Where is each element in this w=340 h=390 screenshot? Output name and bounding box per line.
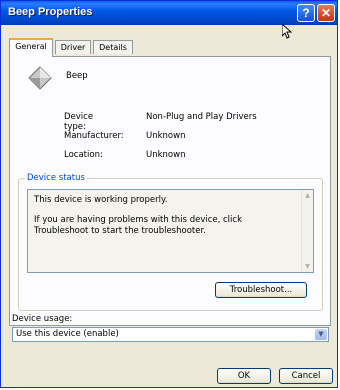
device-name: Beep	[66, 71, 88, 81]
device-usage-value: Use this device (enable)	[16, 329, 119, 339]
device-status-text: This device is working properly. If you …	[34, 195, 299, 246]
general-tab-panel: Beep Device type: Non-Plug and Play Driv…	[9, 56, 331, 326]
tab-driver[interactable]: Driver	[55, 40, 91, 54]
location-value: Unknown	[146, 150, 186, 160]
tab-general[interactable]: General	[9, 38, 53, 57]
mouse-pointer-icon	[281, 22, 293, 43]
device-type-value: Non-Plug and Play Drivers	[146, 112, 257, 122]
tab-details[interactable]: Details	[93, 40, 133, 54]
cancel-button[interactable]: Cancel	[279, 368, 333, 384]
device-status-textbox[interactable]: This device is working properly. If you …	[27, 189, 314, 273]
status-scrollbar[interactable]: ▲ ▼	[301, 190, 313, 272]
chevron-down-icon[interactable]: ▼	[315, 329, 327, 340]
manufacturer-value: Unknown	[146, 131, 186, 141]
scroll-down-arrow-icon[interactable]: ▼	[303, 262, 312, 271]
device-status-title: Device status	[25, 173, 87, 183]
device-type-label: Device type:	[64, 112, 94, 132]
title-bar[interactable]: Beep Properties ? ✕	[1, 1, 337, 25]
dialog-client-area: General Driver Details Beep Device type:…	[5, 25, 333, 384]
location-label: Location:	[64, 150, 103, 160]
window-title: Beep Properties	[8, 6, 93, 18]
help-button[interactable]: ?	[297, 4, 315, 22]
properties-window: Beep Properties ? ✕ General Driver Detai…	[0, 0, 338, 388]
device-usage-label: Device usage:	[12, 314, 73, 324]
status-line-2: If you are having problems with this dev…	[34, 215, 243, 236]
close-button[interactable]: ✕	[317, 4, 335, 22]
troubleshoot-button[interactable]: Troubleshoot...	[215, 282, 307, 298]
device-diamond-icon	[28, 66, 52, 93]
manufacturer-label: Manufacturer:	[64, 131, 124, 141]
ok-button[interactable]: OK	[217, 368, 271, 384]
status-line-1: This device is working properly.	[34, 195, 168, 205]
device-status-group: Device status This device is working pro…	[18, 173, 323, 311]
scroll-up-arrow-icon[interactable]: ▲	[303, 191, 312, 200]
device-usage-select[interactable]: Use this device (enable) ▼	[12, 327, 329, 342]
